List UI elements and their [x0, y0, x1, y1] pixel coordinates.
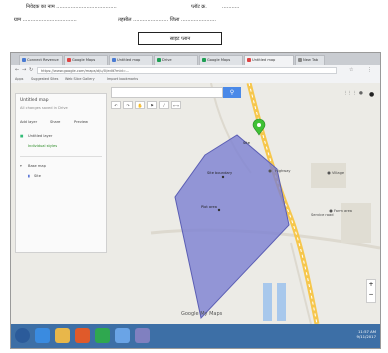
map-search-button[interactable]: ⚲ [223, 87, 241, 98]
site-plan-box: साइट प्लान [138, 32, 222, 45]
panel-divider [20, 156, 102, 157]
tab-label: Untitled map [117, 58, 141, 62]
poi-label-2: Farm area [334, 209, 353, 213]
browser-tab-5[interactable]: Google Maps [199, 55, 243, 65]
apps-grid-icon[interactable]: ⋮⋮⋮ [343, 91, 357, 96]
tool-icon[interactable] [135, 328, 150, 343]
browser-tab-4[interactable]: Drive [154, 55, 198, 65]
base-map-swatch[interactable]: Site [34, 174, 41, 178]
undo-icon[interactable]: ↶ [111, 101, 121, 109]
poi-label-1: Village [332, 171, 345, 175]
polygon-label-center: Site boundary [207, 171, 233, 175]
tab-label: Google Maps [207, 58, 231, 62]
hand-icon[interactable]: ✋ [135, 101, 145, 109]
windows-taskbar: 11:57 AM 9/11/2017 [11, 324, 380, 348]
chrome-icon[interactable] [95, 328, 110, 343]
add-layer-action[interactable]: Add layer [20, 120, 37, 124]
doc-line-2-left: ग्राम .................................. [14, 17, 77, 23]
notifications-icon[interactable]: ● [359, 91, 363, 96]
tab-favicon [22, 58, 26, 62]
road-label-2: Service road [311, 213, 334, 217]
tab-favicon [202, 58, 206, 62]
taskbar-clock[interactable]: 11:57 AM 9/11/2017 [357, 329, 376, 339]
media-icon[interactable] [75, 328, 90, 343]
paint-icon[interactable] [115, 328, 130, 343]
marker-icon: ▮ [28, 174, 30, 178]
layer-name[interactable]: Untitled layer [28, 134, 52, 138]
bookmark-apps[interactable]: Apps [15, 77, 23, 81]
map-title[interactable]: Untitled map [20, 98, 49, 103]
browser-tab-2[interactable]: Google Maps [64, 55, 108, 65]
tab-label: Google Maps [72, 58, 96, 62]
preview-action[interactable]: Preview [74, 120, 88, 124]
browser-tab-6[interactable]: Untitled map [244, 55, 294, 65]
zoom-controls: + − [366, 279, 376, 303]
base-map-icon[interactable]: ▾ [20, 164, 22, 168]
bookmark-webslice[interactable]: Web Slice Gallery [65, 77, 95, 81]
tab-favicon [112, 58, 116, 62]
base-map-label[interactable]: Base map [28, 164, 46, 168]
search-icon: ⚲ [229, 89, 235, 96]
start-icon[interactable] [15, 328, 30, 343]
tab-favicon [247, 58, 251, 62]
bookmark-import[interactable]: Import bookmarks [107, 77, 138, 81]
star-icon[interactable]: ☆ [349, 67, 353, 74]
tab-label: Connect Revenue [27, 58, 59, 62]
doc-line-2-mid: तहसील ...................... जिला ......… [118, 17, 216, 23]
google-logo: Google My Maps [181, 311, 223, 317]
bookmark-suggested[interactable]: Suggested Sites [31, 77, 58, 81]
zoom-out-icon[interactable]: − [367, 290, 375, 300]
tab-favicon [298, 58, 302, 62]
tab-bar: Connect Revenue Google Maps Untitled map… [11, 53, 380, 65]
reload-icon[interactable]: ↻ [29, 67, 33, 74]
site-plan-label: साइट प्लान [169, 35, 191, 42]
menu-icon[interactable]: ⋮ [367, 67, 372, 74]
save-status: All changes saved in Drive [20, 106, 68, 110]
tab-favicon [67, 58, 71, 62]
doc-line-1-left: निवेदक का नाम ..........................… [26, 4, 117, 10]
doc-line-1-mid: प्लॉट क्र. [191, 4, 207, 10]
browser-tab-7[interactable]: New Tab [295, 55, 325, 65]
line-tool-icon[interactable]: ⁄ [159, 101, 169, 109]
back-icon[interactable]: ← [15, 67, 19, 74]
tab-label: Untitled map [252, 58, 276, 62]
redo-icon[interactable]: ↷ [123, 101, 133, 109]
layer-checkbox-icon[interactable]: ■ [20, 134, 23, 138]
explorer-icon[interactable] [55, 328, 70, 343]
browser-tab-3[interactable]: Untitled map [109, 55, 153, 65]
measure-icon[interactable]: ⟷ [171, 101, 181, 109]
tab-label: New Tab [303, 58, 319, 62]
ie-icon[interactable] [35, 328, 50, 343]
doc-line-1-right: ........... [222, 4, 240, 10]
tab-label: Drive [162, 58, 172, 62]
layers-panel: Untitled map All changes saved in Drive … [15, 93, 107, 253]
browser-screenshot: Connect Revenue Google Maps Untitled map… [10, 52, 381, 349]
map-search-input[interactable] [111, 87, 223, 98]
avatar[interactable]: ● [369, 91, 374, 98]
polygon-label-lower: Plot area [201, 205, 217, 209]
forward-icon[interactable]: → [22, 67, 26, 74]
marker-tool-icon[interactable]: ⚑ [147, 101, 157, 109]
url-field[interactable]: https://www.google.com/maps/d/u/0/edit?m… [37, 67, 337, 74]
zoom-in-icon[interactable]: + [367, 280, 375, 290]
share-action[interactable]: Share [50, 120, 60, 124]
pin-label: Site [243, 141, 250, 145]
layer-style-item[interactable]: Individual styles [28, 144, 57, 148]
road-label-1: Highway [275, 169, 291, 173]
tab-favicon [157, 58, 161, 62]
map-canvas[interactable]: Untitled map All changes saved in Drive … [11, 83, 380, 324]
clock-date: 9/11/2017 [356, 334, 376, 339]
browser-tab-1[interactable]: Connect Revenue [19, 55, 63, 65]
map-toolbar: ↶ ↷ ✋ ⚑ ⁄ ⟷ [111, 101, 181, 109]
